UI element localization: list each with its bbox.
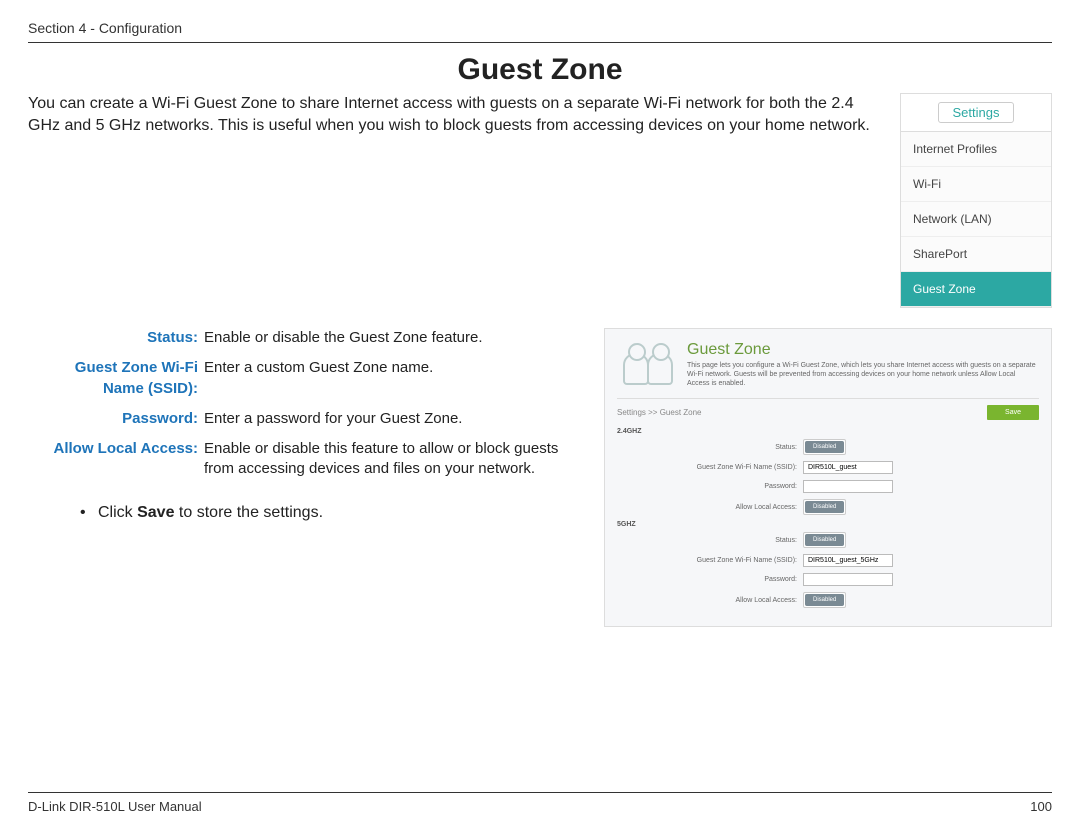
def-local-desc: Enable or disable this feature to allow … xyxy=(204,439,588,480)
label-allowlocal-5: Allow Local Access: xyxy=(617,597,803,604)
page-title: Guest Zone xyxy=(28,53,1052,87)
toggle-status-24[interactable]: Disabled xyxy=(803,439,846,455)
toggle-allowlocal-24[interactable]: Disabled xyxy=(803,499,846,515)
def-status-term: Status: xyxy=(28,328,204,348)
section-header: Section 4 - Configuration xyxy=(28,20,1052,43)
toggle-allowlocal-5[interactable]: Disabled xyxy=(803,592,846,608)
settings-menu-screenshot: Settings Internet Profiles Wi-Fi Network… xyxy=(900,93,1052,308)
label-password-24: Password: xyxy=(617,483,803,490)
input-ssid-24[interactable] xyxy=(803,461,893,474)
input-password-24[interactable] xyxy=(803,480,893,493)
def-ssid-desc: Enter a custom Guest Zone name. xyxy=(204,358,588,399)
input-ssid-5[interactable] xyxy=(803,554,893,567)
label-ssid-24: Guest Zone Wi-Fi Name (SSID): xyxy=(617,464,803,471)
band-24ghz-label: 2.4GHZ xyxy=(617,428,1039,435)
settings-button[interactable]: Settings xyxy=(938,102,1015,123)
menu-item-shareport[interactable]: SharePort xyxy=(901,237,1051,272)
toggle-status-5[interactable]: Disabled xyxy=(803,532,846,548)
footer-page-number: 100 xyxy=(1030,799,1052,814)
label-ssid-5: Guest Zone Wi-Fi Name (SSID): xyxy=(617,557,803,564)
breadcrumb: Settings >> Guest Zone xyxy=(617,408,702,417)
input-password-5[interactable] xyxy=(803,573,893,586)
menu-item-network-lan[interactable]: Network (LAN) xyxy=(901,202,1051,237)
intro-paragraph: You can create a Wi-Fi Guest Zone to sha… xyxy=(28,93,876,136)
def-status-desc: Enable or disable the Guest Zone feature… xyxy=(204,328,588,348)
label-allowlocal-24: Allow Local Access: xyxy=(617,504,803,511)
menu-item-guest-zone[interactable]: Guest Zone xyxy=(901,272,1051,307)
def-password-term: Password: xyxy=(28,409,204,429)
label-status-5: Status: xyxy=(617,537,803,544)
band-5ghz-label: 5GHZ xyxy=(617,521,1039,528)
menu-item-internet-profiles[interactable]: Internet Profiles xyxy=(901,132,1051,167)
footer-manual-name: D-Link DIR-510L User Manual xyxy=(28,799,202,814)
menu-item-wifi[interactable]: Wi-Fi xyxy=(901,167,1051,202)
guests-icon xyxy=(617,345,677,385)
guest-zone-app-screenshot: Guest Zone This page lets you configure … xyxy=(604,328,1052,627)
save-button[interactable]: Save xyxy=(987,405,1039,420)
def-local-term: Allow Local Access: xyxy=(28,439,204,480)
def-ssid-term: Guest Zone Wi-Fi Name (SSID): xyxy=(28,358,204,399)
app-title: Guest Zone xyxy=(687,341,1039,359)
definitions-block: Status: Enable or disable the Guest Zone… xyxy=(28,328,588,627)
app-description: This page lets you configure a Wi-Fi Gue… xyxy=(687,361,1039,388)
save-instruction: •Click Save to store the settings. xyxy=(28,504,588,522)
label-status-24: Status: xyxy=(617,444,803,451)
def-password-desc: Enter a password for your Guest Zone. xyxy=(204,409,588,429)
label-password-5: Password: xyxy=(617,576,803,583)
